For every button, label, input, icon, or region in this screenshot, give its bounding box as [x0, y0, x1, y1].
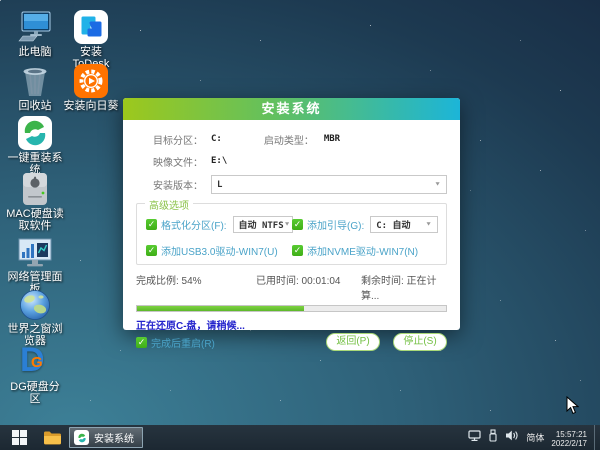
install-system-dialog: 安装系统 目标分区： C: 启动类型： MBR 映像文件： E:\ 安装版本： … — [123, 98, 460, 351]
sunflower-icon — [62, 62, 120, 98]
globe-icon — [6, 285, 64, 321]
desktop-icon-label: MAC硬盘读取软件 — [6, 208, 64, 232]
start-button[interactable] — [0, 425, 38, 450]
nvme-driver-label: 添加NVME驱动-WIN7(N) — [307, 247, 419, 258]
dialog-titlebar[interactable]: 安装系统 — [123, 98, 460, 120]
volume-tray-icon[interactable] — [505, 429, 519, 447]
stop-button[interactable]: 停止(S) — [393, 333, 447, 351]
usb3-driver-checkbox[interactable]: ✓ — [146, 245, 157, 256]
dialog-body: 目标分区： C: 启动类型： MBR 映像文件： E:\ 安装版本： L ▼ 高… — [123, 120, 460, 351]
image-file-label: 映像文件： — [153, 157, 203, 169]
ime-indicator[interactable]: 简体 — [526, 431, 544, 444]
network-panel-icon — [6, 233, 64, 269]
recycle-bin-icon — [6, 62, 64, 98]
advanced-options-title: 高级选项 — [145, 197, 193, 212]
this-pc-icon — [6, 8, 64, 44]
desktop-icon-sunflower[interactable]: 安装向日葵 — [62, 62, 120, 112]
file-explorer-button[interactable] — [38, 425, 66, 450]
target-partition-label: 目标分区： — [153, 135, 203, 147]
image-file-value: E:\ — [211, 156, 228, 166]
add-boot-label: 添加引导(G): — [307, 221, 365, 232]
desktop-icon-todesk[interactable]: 安装ToDesk — [62, 8, 120, 70]
dg-icon: DG — [20, 341, 45, 379]
system-tray: 简体 15:57:21 2022/2/17 — [468, 425, 600, 450]
clock-time: 15:57:21 — [555, 429, 587, 439]
taskbar: 安装系统 简体 15:57:21 2022/2/17 — [0, 425, 600, 450]
install-system-app-icon — [74, 430, 89, 445]
install-version-label: 安装版本： — [153, 181, 203, 192]
image-file-row: 映像文件： E:\ — [153, 154, 447, 169]
network-tray-icon[interactable] — [468, 429, 481, 447]
reinstall-icon — [6, 114, 64, 150]
install-version-row: 安装版本： L ▼ — [153, 175, 447, 194]
mac-disk-icon — [6, 170, 64, 206]
format-partition-select[interactable]: 自动 NTFS ▼ — [232, 216, 293, 233]
desktop-icon-one-click-reinstall[interactable]: 一键重装系统 — [6, 114, 64, 176]
desktop-icon-label: 此电脑 — [18, 46, 52, 58]
desktop: 此电脑 安装ToDesk 回收站 — [0, 0, 600, 450]
clock-date: 2022/2/17 — [551, 438, 587, 448]
target-partition-value: C: — [211, 134, 222, 144]
advanced-options-group: 高级选项 ✓ 格式化分区(F): 自动 NTFS ▼ ✓ 添加引导(G): C:… — [136, 197, 447, 265]
status-text: 正在还原C-盘，请稍候... — [136, 321, 245, 332]
chevron-down-icon: ▼ — [425, 221, 432, 228]
desktop-icon-label: 回收站 — [18, 100, 52, 112]
format-partition-label: 格式化分区(F): — [161, 221, 227, 232]
chevron-down-icon: ▼ — [434, 181, 441, 188]
desktop-icon-recycle-bin[interactable]: 回收站 — [6, 62, 64, 112]
remaining-time: 剩余时间: 正在计算... — [361, 276, 437, 302]
todesk-icon — [62, 8, 120, 44]
install-version-select[interactable]: L ▼ — [211, 175, 447, 194]
desktop-icon-this-pc[interactable]: 此电脑 — [6, 8, 64, 58]
restart-after-checkbox[interactable]: ✓ — [136, 336, 147, 348]
stars — [0, 0, 1, 1]
format-partition-checkbox[interactable]: ✓ — [146, 219, 157, 230]
elapsed-time: 已用时间: 00:01:04 — [256, 276, 341, 287]
mouse-cursor — [566, 395, 580, 420]
taskbar-clock[interactable]: 15:57:21 2022/2/17 — [551, 428, 587, 448]
progress-bar-fill — [137, 306, 304, 311]
desktop-icon-label: 安装向日葵 — [63, 100, 119, 112]
add-boot-select[interactable]: C: 自动 ▼ — [370, 216, 438, 233]
desktop-icon-dg-partition[interactable]: DG DG硬盘分区 — [6, 341, 64, 405]
target-partition-row: 目标分区： C: 启动类型： MBR — [153, 132, 447, 147]
add-boot-checkbox[interactable]: ✓ — [292, 219, 303, 230]
nvme-driver-checkbox[interactable]: ✓ — [292, 245, 303, 256]
desktop-icon-mac-disk-reader[interactable]: MAC硬盘读取软件 — [6, 170, 64, 232]
task-label: 安装系统 — [94, 434, 134, 445]
dialog-bottom-row: ✓ 完成后重启(R) 返回(P) 停止(S) — [136, 333, 447, 351]
progress-stats: 完成比例: 54% 已用时间: 00:01:04 剩余时间: 正在计算... — [136, 272, 447, 302]
usb3-driver-label: 添加USB3.0驱动-WIN7(U) — [161, 247, 278, 258]
back-button[interactable]: 返回(P) — [326, 333, 380, 351]
usb-tray-icon[interactable] — [488, 428, 498, 447]
dialog-title: 安装系统 — [261, 101, 322, 116]
progress-bar — [136, 305, 447, 312]
restart-after-label: 完成后重启(R) — [151, 338, 215, 350]
folder-icon — [43, 431, 61, 445]
windows-logo-icon — [11, 430, 27, 445]
desktop-icon-world-browser[interactable]: 世界之窗浏览器 — [6, 285, 64, 347]
boot-type-label: 启动类型： — [263, 135, 314, 147]
chevron-down-icon: ▼ — [283, 221, 291, 228]
desktop-icon-label: DG硬盘分区 — [10, 381, 60, 405]
boot-type-value: MBR — [323, 134, 341, 144]
percent-complete: 完成比例: 54% — [136, 276, 202, 287]
taskbar-task-install-system[interactable]: 安装系统 — [69, 427, 143, 448]
show-desktop-button[interactable] — [594, 425, 598, 450]
